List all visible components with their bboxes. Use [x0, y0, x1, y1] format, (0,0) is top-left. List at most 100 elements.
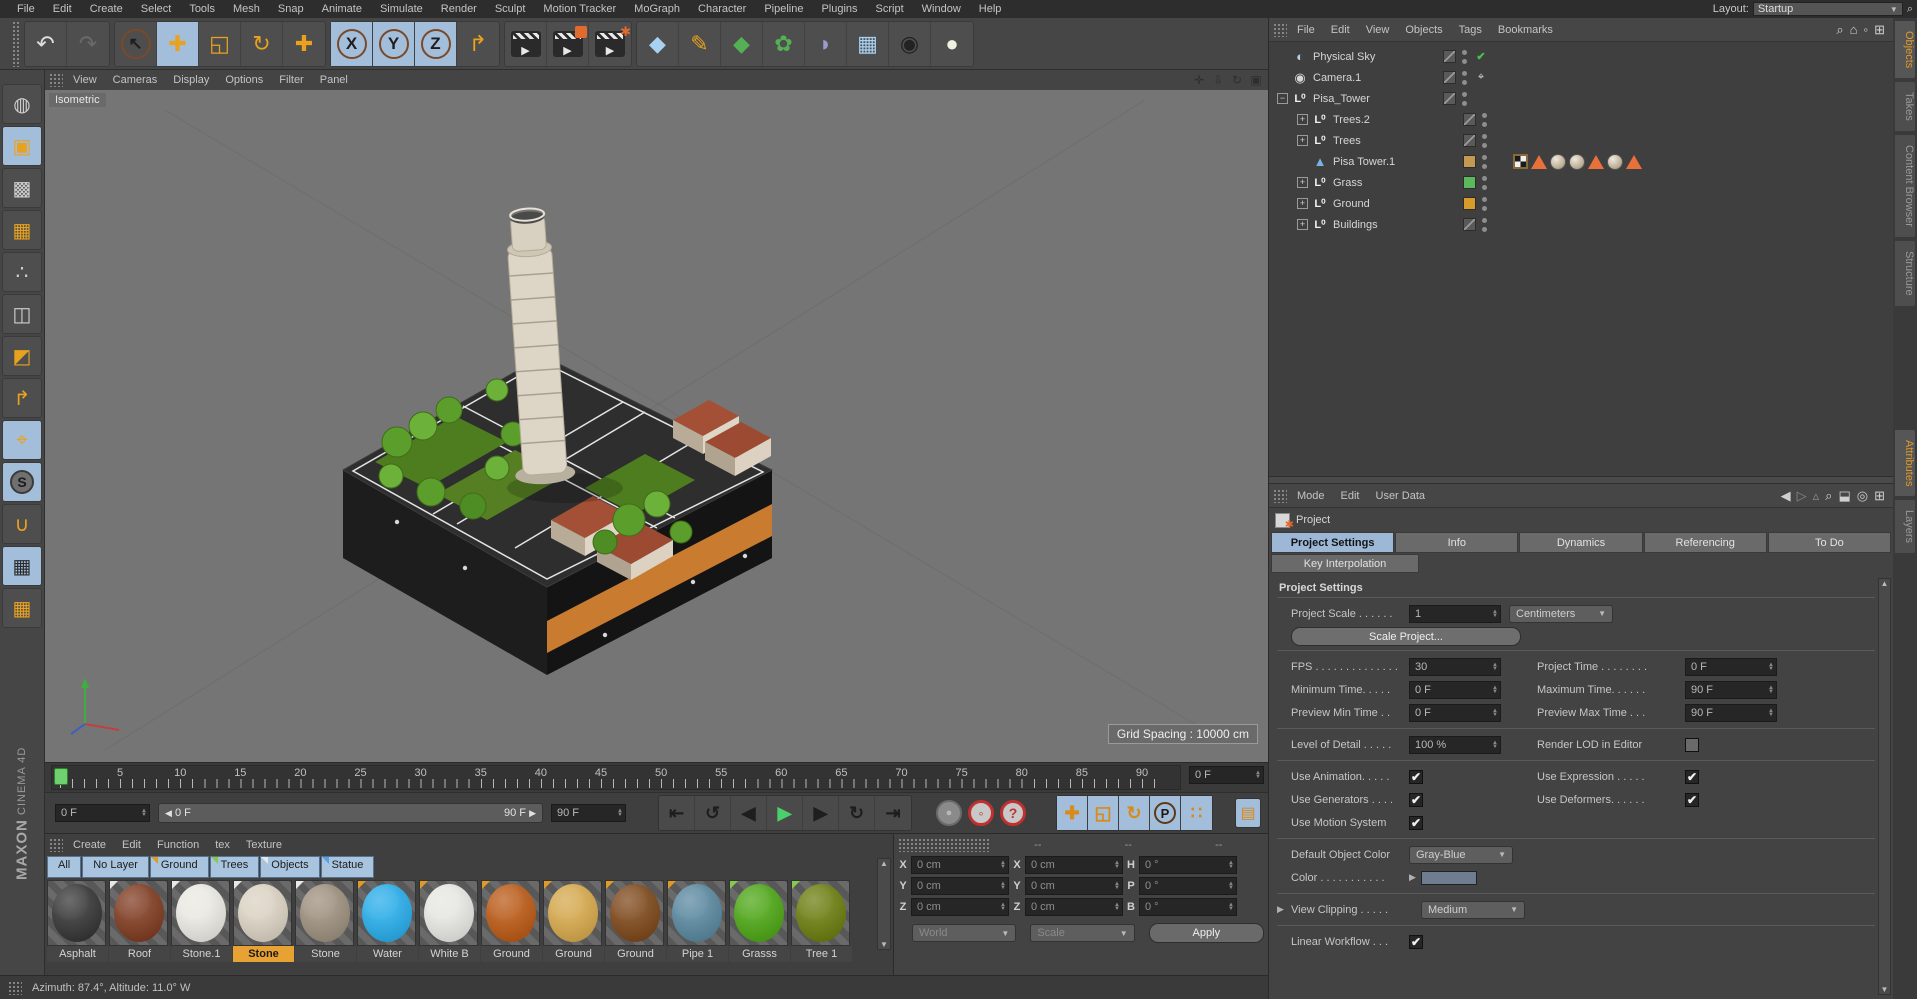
zoom-view-icon[interactable]: ⇩: [1210, 72, 1226, 88]
am-menu-user-data[interactable]: User Data: [1368, 489, 1434, 503]
layer-color-swatch[interactable]: [1443, 71, 1456, 84]
layer-color-swatch[interactable]: [1463, 176, 1476, 189]
render-settings-icon[interactable]: ▶: [589, 22, 631, 66]
play-button[interactable]: ▶: [767, 796, 803, 830]
move-tool-icon[interactable]: ✚: [157, 21, 199, 66]
attribute-scrollbar[interactable]: ▲ ▼: [1878, 578, 1891, 995]
model-mode-icon[interactable]: ▣: [2, 126, 42, 166]
key-pla-button[interactable]: ∷: [1181, 796, 1212, 830]
tab-to-do[interactable]: To Do: [1767, 532, 1892, 553]
object-name[interactable]: Trees: [1333, 135, 1451, 147]
previous-key-button[interactable]: ↺: [695, 796, 731, 830]
layer-color-swatch[interactable]: [1463, 134, 1476, 147]
rotate-tool-icon[interactable]: ↻: [241, 21, 283, 66]
deformer-icon[interactable]: ◗: [805, 21, 847, 66]
am-menu-mode[interactable]: Mode: [1289, 489, 1333, 503]
camera-object-icon[interactable]: ◉: [889, 21, 931, 66]
coordinate-system-icon[interactable]: ↱: [457, 22, 499, 66]
menu-tools[interactable]: Tools: [180, 2, 224, 16]
material-menu-texture[interactable]: Texture: [238, 838, 290, 852]
visibility-dots[interactable]: [1482, 112, 1487, 127]
edge-tab-objects[interactable]: Objects: [1894, 20, 1916, 80]
object-name[interactable]: Buildings: [1333, 219, 1451, 231]
expand-icon[interactable]: +: [1297, 177, 1308, 188]
menu-mesh[interactable]: Mesh: [224, 2, 269, 16]
menu-pipeline[interactable]: Pipeline: [755, 2, 812, 16]
expand-icon[interactable]: +: [1297, 114, 1308, 125]
current-frame-field[interactable]: 0 F ▲ ▼: [1189, 766, 1264, 784]
object-row-trees[interactable]: + L⁰ Trees: [1269, 130, 1893, 151]
expand-icon[interactable]: +: [1297, 198, 1308, 209]
material-drag-handle[interactable]: [49, 838, 63, 852]
coord-y-field-0[interactable]: 0 cm ▲ ▼: [911, 876, 1009, 895]
visibility-dots[interactable]: [1462, 49, 1467, 64]
tab-dynamics[interactable]: Dynamics: [1519, 532, 1643, 553]
visibility-dots[interactable]: [1482, 154, 1487, 169]
preview-range-slider[interactable]: ◀ 0 F 90 F ▶: [158, 803, 543, 823]
expand-icon[interactable]: ▶: [1277, 904, 1289, 915]
linear-workflow-checkbox[interactable]: ✔: [1409, 934, 1423, 949]
menu-simulate[interactable]: Simulate: [371, 2, 432, 16]
material-roof-1[interactable]: Roof: [109, 880, 170, 962]
key-rotation-button[interactable]: ↻: [1119, 796, 1150, 830]
collapse-icon[interactable]: −: [1277, 93, 1288, 104]
menu-animate[interactable]: Animate: [313, 2, 371, 16]
om-menu-file[interactable]: File: [1289, 23, 1323, 37]
project-time-field[interactable]: 0 F ▲ ▼: [1685, 657, 1777, 676]
am-back-icon[interactable]: ◀: [1781, 488, 1791, 504]
lock-x-axis-icon[interactable]: X: [331, 21, 373, 66]
object-row-ground[interactable]: + L⁰ Ground: [1269, 193, 1893, 214]
material-stone-4[interactable]: Stone: [295, 880, 356, 962]
object-row-grass[interactable]: + L⁰ Grass: [1269, 172, 1893, 193]
scroll-down-icon[interactable]: ▼: [880, 940, 888, 949]
tab-info[interactable]: Info: [1395, 532, 1519, 553]
key-scale-button[interactable]: ◱: [1088, 796, 1119, 830]
layout-dropdown[interactable]: Startup ▼: [1752, 2, 1903, 16]
render-lod-in-editor-checkbox[interactable]: [1685, 737, 1699, 752]
layer-color-swatch[interactable]: [1463, 113, 1476, 126]
pan-view-icon[interactable]: ✛: [1191, 72, 1207, 88]
am-search-icon[interactable]: ⌕: [1825, 488, 1832, 504]
menu-file[interactable]: File: [8, 2, 44, 16]
layer-color-swatch[interactable]: [1443, 92, 1456, 105]
material-menu-create[interactable]: Create: [65, 838, 114, 852]
am-lock-icon[interactable]: ⬓: [1838, 488, 1850, 504]
object-name[interactable]: Grass: [1333, 177, 1451, 189]
om-menu-bookmarks[interactable]: Bookmarks: [1490, 23, 1561, 37]
edge-tab-attributes[interactable]: Attributes: [1894, 428, 1916, 498]
render-view-icon[interactable]: ▶: [505, 21, 547, 66]
material-stone-1-2[interactable]: Stone.1: [171, 880, 232, 962]
layer-tab-trees[interactable]: Trees: [209, 856, 260, 878]
material-asphalt-0[interactable]: Asphalt: [47, 880, 108, 962]
menu-window[interactable]: Window: [913, 2, 970, 16]
menu-mograph[interactable]: MoGraph: [625, 2, 689, 16]
object-row-buildings[interactable]: + L⁰ Buildings: [1269, 214, 1893, 235]
material-grasss-11[interactable]: Grasss: [729, 880, 790, 962]
use-motion-system-checkbox[interactable]: ✔: [1409, 815, 1423, 830]
viewport-menu-view[interactable]: View: [65, 73, 105, 87]
am-target-icon[interactable]: ◎: [1857, 488, 1868, 504]
preview-min-time-field[interactable]: 0 F ▲ ▼: [1409, 703, 1501, 722]
scroll-down-icon[interactable]: ▼: [1881, 985, 1889, 994]
object-row-physical-sky[interactable]: ◐ Physical Sky ✔: [1269, 46, 1893, 67]
expand-icon[interactable]: ▶: [1409, 872, 1421, 883]
project-scale-unit-dropdown[interactable]: Centimeters ▼: [1509, 604, 1613, 623]
tab-referencing[interactable]: Referencing: [1643, 532, 1767, 553]
material-stone-3[interactable]: Stone: [233, 880, 294, 962]
tab-key-interpolation[interactable]: Key Interpolation: [1271, 554, 1419, 573]
material-menu-edit[interactable]: Edit: [114, 838, 149, 852]
coordinate-space-dropdown[interactable]: World ▼: [912, 924, 1017, 942]
edge-tab-takes[interactable]: Takes: [1894, 81, 1916, 133]
coord-z-field-1[interactable]: 0 cm ▲ ▼: [1025, 897, 1123, 916]
object-name[interactable]: Trees.2: [1333, 114, 1451, 126]
object-row-trees-2[interactable]: + L⁰ Trees.2: [1269, 109, 1893, 130]
spline-pen-icon[interactable]: ✎: [679, 21, 721, 66]
redo-icon[interactable]: ↷: [67, 22, 109, 66]
am-add-panel-icon[interactable]: ⊞: [1874, 488, 1885, 504]
use-animation-checkbox[interactable]: ✔: [1409, 769, 1423, 784]
menu-motion-tracker[interactable]: Motion Tracker: [534, 2, 625, 16]
layer-tab-statue[interactable]: Statue: [320, 856, 375, 878]
search-icon[interactable]: ⌕: [1907, 3, 1913, 16]
workplane-mode-icon[interactable]: ▦: [2, 210, 42, 250]
visibility-dots[interactable]: [1482, 217, 1487, 232]
